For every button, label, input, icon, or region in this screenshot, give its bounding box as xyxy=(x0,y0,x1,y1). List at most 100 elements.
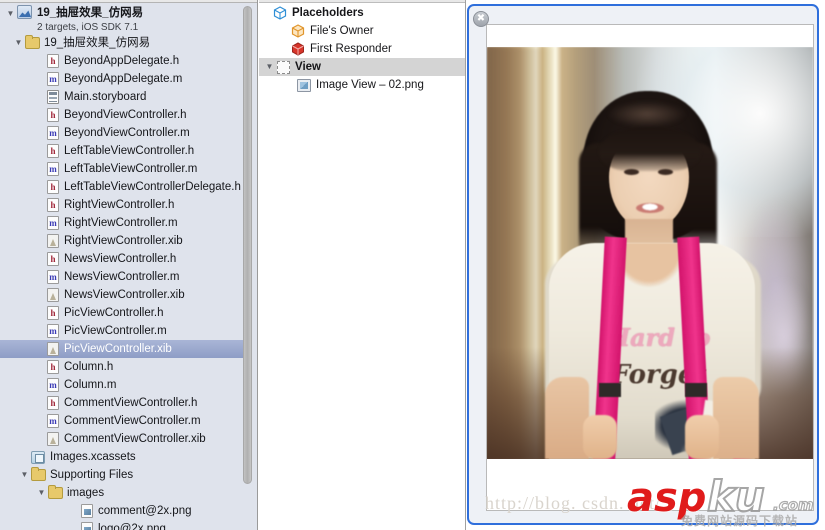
storyboard-file-icon xyxy=(47,90,59,104)
file-row-lefttableviewcontrollerdelegate-h[interactable]: LeftTableViewControllerDelegate.h xyxy=(0,178,245,196)
image-view-icon xyxy=(297,78,311,92)
file-row-beyondviewcontroller-m[interactable]: BeyondViewController.m xyxy=(0,124,245,142)
file-row-newsviewcontroller-xib[interactable]: NewsViewController.xib xyxy=(0,286,245,304)
header-file-icon xyxy=(47,306,59,320)
file-row-newsviewcontroller-m[interactable]: NewsViewController.m xyxy=(0,268,245,286)
outline-row-image-view[interactable]: Image View – 02.png xyxy=(259,76,465,94)
strap-buckle-right xyxy=(685,383,707,397)
implementation-file-icon xyxy=(47,324,59,338)
file-row-lefttableviewcontroller-m[interactable]: LeftTableViewController.m xyxy=(0,160,245,178)
project-group-row[interactable]: 19_抽屉效果_仿网易 xyxy=(0,34,245,52)
xib-file-icon xyxy=(47,234,59,248)
outline-row-view[interactable]: View xyxy=(259,58,465,76)
disclosure-triangle-icon[interactable] xyxy=(35,484,48,502)
file-label: BeyondAppDelegate.h xyxy=(64,55,180,67)
xib-file-icon xyxy=(47,288,59,302)
disclosure-triangle-icon[interactable] xyxy=(4,5,17,23)
navigator-file-list[interactable]: 19_抽屉效果_仿网易 2 targets, iOS SDK 7.1 19_抽屉… xyxy=(0,4,245,530)
outline-list[interactable]: Placeholders File's Owner First Responde… xyxy=(259,4,465,94)
file-row-rightviewcontroller-m[interactable]: RightViewController.m xyxy=(0,214,245,232)
file-row-beyondappdelegate-m[interactable]: BeyondAppDelegate.m xyxy=(0,70,245,88)
subject-smile xyxy=(636,203,664,213)
header-file-icon xyxy=(47,180,59,194)
xcode-project-icon xyxy=(17,5,32,19)
disclosure-triangle-icon[interactable] xyxy=(263,58,276,76)
xib-file-icon xyxy=(47,432,59,446)
xcode-window: 19_抽屉效果_仿网易 2 targets, iOS SDK 7.1 19_抽屉… xyxy=(0,0,825,530)
xib-file-icon xyxy=(47,342,59,356)
file-label: NewsViewController.h xyxy=(64,253,177,265)
file-row-lefttableviewcontroller-h[interactable]: LeftTableViewController.h xyxy=(0,142,245,160)
implementation-file-icon xyxy=(47,216,59,230)
file-label: LeftTableViewControllerDelegate.h xyxy=(64,181,241,193)
file-row-rightviewcontroller-xib[interactable]: RightViewController.xib xyxy=(0,232,245,250)
file-row-beyondappdelegate-h[interactable]: BeyondAppDelegate.h xyxy=(0,52,245,70)
disclosure-triangle-icon[interactable] xyxy=(12,34,25,52)
file-row-commentviewcontroller-xib[interactable]: CommentViewController.xib xyxy=(0,430,245,448)
photo-top-band xyxy=(487,25,813,47)
file-row-picviewcontroller-xib[interactable]: PicViewController.xib xyxy=(0,340,245,358)
file-row-images-xcassets[interactable]: Images.xcassets xyxy=(0,448,245,466)
file-label: LeftTableViewController.m xyxy=(64,163,198,175)
subject-bangs xyxy=(599,127,701,171)
file-label: RightViewController.h xyxy=(64,199,175,211)
file-label: RightViewController.xib xyxy=(64,235,183,247)
project-name: 19_抽屉效果_仿网易 xyxy=(37,7,144,19)
folder-icon xyxy=(25,35,40,49)
image-view-frame: Hard to Forget xyxy=(486,24,814,511)
project-root-row[interactable]: 19_抽屉效果_仿网易 2 targets, iOS SDK 7.1 xyxy=(0,4,245,34)
outline-row-files-owner[interactable]: File's Owner xyxy=(259,22,465,40)
dashed-box-icon xyxy=(277,60,290,74)
folder-icon xyxy=(31,467,46,481)
file-row-commentviewcontroller-m[interactable]: CommentViewController.m xyxy=(0,412,245,430)
asset-catalog-icon xyxy=(31,450,45,464)
outline-label: Placeholders xyxy=(292,7,364,19)
header-file-icon xyxy=(47,144,59,158)
file-row-main-storyboard[interactable]: Main.storyboard xyxy=(0,88,245,106)
group-row-images[interactable]: images xyxy=(0,484,245,502)
navigator-scrollbar[interactable] xyxy=(243,6,252,496)
project-navigator[interactable]: 19_抽屉效果_仿网易 2 targets, iOS SDK 7.1 19_抽屉… xyxy=(0,0,258,530)
disclosure-triangle-icon[interactable] xyxy=(18,466,31,484)
file-row-beyondviewcontroller-h[interactable]: BeyondViewController.h xyxy=(0,106,245,124)
cube-red-icon xyxy=(291,42,305,56)
file-label: CommentViewController.h xyxy=(64,397,198,409)
file-label: Main.storyboard xyxy=(64,91,147,103)
strap-buckle-left xyxy=(599,383,621,397)
file-row-commentviewcontroller-h[interactable]: CommentViewController.h xyxy=(0,394,245,412)
implementation-file-icon xyxy=(47,126,59,140)
file-row-picviewcontroller-m[interactable]: PicViewController.m xyxy=(0,322,245,340)
outline-row-placeholders[interactable]: Placeholders xyxy=(259,4,465,22)
canvas-area: ✖ Hard to Forget http://blog. csdn. net/… xyxy=(467,0,825,530)
interface-builder-outline[interactable]: Placeholders File's Owner First Responde… xyxy=(259,0,466,530)
file-row-newsviewcontroller-h[interactable]: NewsViewController.h xyxy=(0,250,245,268)
group-row-supporting-files[interactable]: Supporting Files xyxy=(0,466,245,484)
cube-blue-icon xyxy=(273,6,287,20)
file-row-column-h[interactable]: Column.h xyxy=(0,358,245,376)
implementation-file-icon xyxy=(47,72,59,86)
navigator-scrollbar-thumb[interactable] xyxy=(243,6,252,484)
implementation-file-icon xyxy=(47,378,59,392)
subject-arm-right xyxy=(713,377,759,459)
header-file-icon xyxy=(47,396,59,410)
file-label: NewsViewController.xib xyxy=(64,289,185,301)
outline-label: Image View – 02.png xyxy=(316,79,424,91)
header-file-icon xyxy=(47,198,59,212)
file-label: NewsViewController.m xyxy=(64,271,180,283)
file-row-logo-2x-png[interactable]: logo@2x.png xyxy=(0,520,245,530)
close-icon[interactable]: ✖ xyxy=(473,11,489,27)
image-preview-window[interactable]: ✖ Hard to Forget xyxy=(467,4,819,525)
project-subtitle: 2 targets, iOS SDK 7.1 xyxy=(37,22,139,33)
implementation-file-icon xyxy=(47,162,59,176)
file-row-rightviewcontroller-h[interactable]: RightViewController.h xyxy=(0,196,245,214)
implementation-file-icon xyxy=(47,414,59,428)
file-row-picviewcontroller-h[interactable]: PicViewController.h xyxy=(0,304,245,322)
implementation-file-icon xyxy=(47,270,59,284)
file-row-comment-2x-png[interactable]: comment@2x.png xyxy=(0,502,245,520)
group-label: Supporting Files xyxy=(50,469,134,481)
group-label: images xyxy=(67,487,105,499)
outline-row-first-responder[interactable]: First Responder xyxy=(259,40,465,58)
file-row-column-m[interactable]: Column.m xyxy=(0,376,245,394)
header-file-icon xyxy=(47,252,59,266)
preview-photo: Hard to Forget xyxy=(487,47,813,459)
